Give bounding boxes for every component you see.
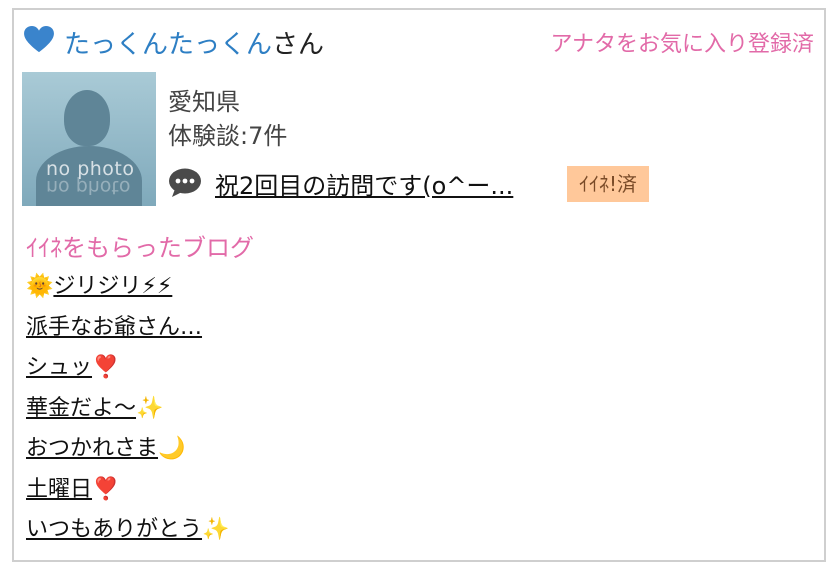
heart-exclamation-icon: ❣️ — [92, 355, 120, 380]
card-header: たっくんたっくんさん アナタをお気に入り登録済 — [24, 20, 814, 60]
blog-title: いつもありがとう — [26, 517, 203, 542]
username[interactable]: たっくんたっくんさん — [64, 24, 324, 61]
list-item: 🌞ジリジリ⚡⚡ — [26, 272, 229, 313]
blog-link[interactable]: 派手なお爺さん… — [26, 315, 202, 340]
heart-exclamation-icon: ❣️ — [92, 476, 120, 502]
favorite-status: アナタをお気に入り登録済 — [550, 32, 814, 57]
avatar[interactable]: no photo no photo — [22, 72, 156, 206]
no-photo-reflection: no photo — [46, 176, 131, 198]
review-label: 体験談 — [168, 122, 240, 150]
sparkles-icon: ✨ — [136, 395, 164, 421]
list-item: シュッ❣️ — [26, 353, 229, 394]
list-item: おつかれさま🌙 — [26, 434, 229, 475]
latest-review-link[interactable]: 祝2回目の訪問です(o^ー... — [215, 166, 513, 201]
speech-bubble-icon — [169, 168, 201, 197]
heart-icon — [24, 26, 54, 53]
honorific: さん — [272, 30, 325, 60]
username-text[interactable]: たっくんたっくん — [64, 30, 272, 60]
blog-title: ジリジリ⚡⚡ — [53, 274, 173, 299]
list-item: 土曜日❣️ — [26, 475, 229, 516]
review-count-value: 7件 — [248, 122, 288, 150]
profile-row: no photo no photo 愛知県 体験談:7件 祝2回目の訪問です(o… — [22, 72, 802, 208]
blog-title: 土曜日 — [26, 476, 93, 502]
blog-link[interactable]: シュッ❣️ — [26, 355, 119, 380]
list-item: 派手なお爺さん… — [26, 313, 229, 354]
sun-icon: 🌞 — [26, 274, 54, 299]
blog-title: 華金だよ〜 — [26, 395, 137, 421]
prefecture: 愛知県 — [168, 88, 240, 116]
member-card: たっくんたっくんさん アナタをお気に入り登録済 no photo no phot… — [12, 8, 826, 562]
blog-title: シュッ — [26, 355, 93, 380]
blog-link[interactable]: 🌞ジリジリ⚡⚡ — [26, 274, 172, 299]
liked-blogs-title: ｲｲﾈをもらったブログ — [26, 234, 254, 262]
review-count: 体験談:7件 — [168, 116, 287, 151]
blog-title: おつかれさま — [26, 436, 159, 461]
like-done-badge: ｲｲﾈ!済 — [567, 166, 650, 202]
list-item: 華金だよ〜✨ — [26, 394, 229, 435]
liked-blogs-list: 🌞ジリジリ⚡⚡ 派手なお爺さん… シュッ❣️ 華金だよ〜✨ おつかれさま🌙 土曜… — [26, 272, 229, 556]
blog-link[interactable]: 華金だよ〜✨ — [26, 396, 163, 421]
avatar-silhouette-head — [64, 90, 110, 146]
sparkles-icon: ✨ — [202, 517, 230, 542]
crescent-moon-icon: 🌙 — [158, 436, 186, 461]
review-separator: : — [240, 122, 249, 150]
list-item: いつもありがとう✨ — [26, 515, 229, 556]
blog-title: 派手なお爺さん… — [26, 314, 203, 340]
blog-link[interactable]: 土曜日❣️ — [26, 477, 119, 502]
blog-link[interactable]: いつもありがとう✨ — [26, 517, 229, 542]
blog-link[interactable]: おつかれさま🌙 — [26, 436, 185, 461]
